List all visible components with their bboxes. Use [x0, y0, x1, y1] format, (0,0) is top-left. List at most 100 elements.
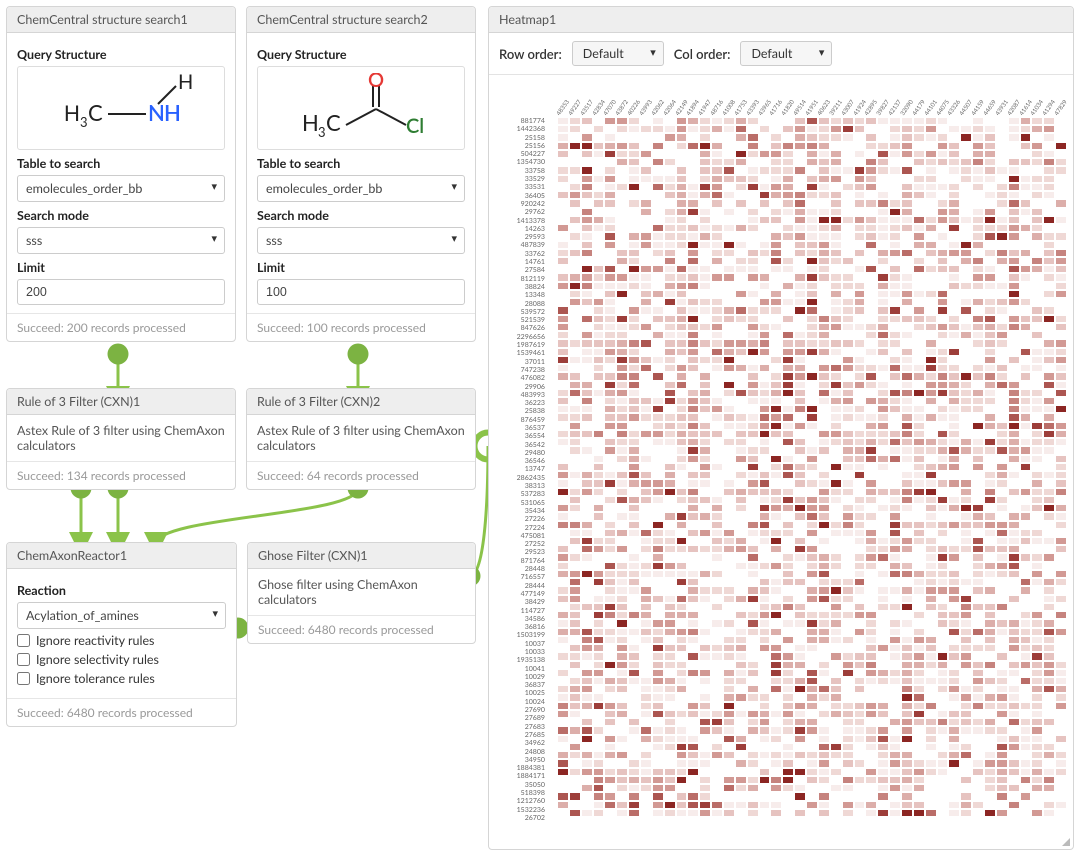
- heatmap-cell[interactable]: [628, 768, 640, 776]
- heatmap-cell[interactable]: [865, 537, 877, 545]
- heatmap-cell[interactable]: [664, 529, 676, 537]
- heatmap-cell[interactable]: [699, 611, 711, 619]
- heatmap-cell[interactable]: [1043, 521, 1055, 529]
- heatmap-cell[interactable]: [948, 298, 960, 306]
- heatmap-cell[interactable]: [984, 521, 996, 529]
- heatmap-cell[interactable]: [711, 389, 723, 397]
- heatmap-cell[interactable]: [996, 628, 1008, 636]
- heatmap-cell[interactable]: [1055, 586, 1067, 594]
- heatmap-cell[interactable]: [925, 628, 937, 636]
- heatmap-cell[interactable]: [1043, 125, 1055, 133]
- heatmap-cell[interactable]: [794, 306, 806, 314]
- heatmap-cell[interactable]: [699, 488, 711, 496]
- heatmap-cell[interactable]: [1043, 315, 1055, 323]
- heatmap-cell[interactable]: [1043, 273, 1055, 281]
- heatmap-cell[interactable]: [699, 504, 711, 512]
- heatmap-cell[interactable]: [937, 397, 949, 405]
- heatmap-cell[interactable]: [616, 512, 628, 520]
- heatmap-cell[interactable]: [735, 735, 747, 743]
- heatmap-cell[interactable]: [865, 611, 877, 619]
- heatmap-cell[interactable]: [948, 685, 960, 693]
- heatmap-cell[interactable]: [604, 619, 616, 627]
- heatmap-cell[interactable]: [901, 759, 913, 767]
- heatmap-cell[interactable]: [628, 685, 640, 693]
- heatmap-cell[interactable]: [925, 784, 937, 792]
- heatmap-cell[interactable]: [1020, 315, 1032, 323]
- heatmap-cell[interactable]: [628, 562, 640, 570]
- heatmap-cell[interactable]: [593, 537, 605, 545]
- heatmap-cell[interactable]: [687, 743, 699, 751]
- heatmap-cell[interactable]: [735, 611, 747, 619]
- heatmap-cell[interactable]: [984, 438, 996, 446]
- heatmap-cell[interactable]: [830, 611, 842, 619]
- heatmap-cell[interactable]: [925, 661, 937, 669]
- heatmap-cell[interactable]: [842, 784, 854, 792]
- heatmap-cell[interactable]: [1055, 142, 1067, 150]
- heatmap-cell[interactable]: [830, 710, 842, 718]
- heatmap-cell[interactable]: [1008, 702, 1020, 710]
- heatmap-cell[interactable]: [948, 537, 960, 545]
- heatmap-cell[interactable]: [770, 792, 782, 800]
- heatmap-cell[interactable]: [972, 504, 984, 512]
- heatmap-cell[interactable]: [747, 644, 759, 652]
- heatmap-cell[interactable]: [687, 792, 699, 800]
- heatmap-cell[interactable]: [699, 199, 711, 207]
- search2-mode-select[interactable]: sss: [257, 227, 465, 254]
- heatmap-cell[interactable]: [699, 570, 711, 578]
- heatmap-cell[interactable]: [711, 504, 723, 512]
- heatmap-cell[interactable]: [996, 792, 1008, 800]
- heatmap-cell[interactable]: [1043, 776, 1055, 784]
- heatmap-cell[interactable]: [794, 199, 806, 207]
- heatmap-cell[interactable]: [735, 422, 747, 430]
- heatmap-cell[interactable]: [1008, 372, 1020, 380]
- heatmap-cell[interactable]: [901, 776, 913, 784]
- heatmap-cell[interactable]: [948, 693, 960, 701]
- heatmap-cell[interactable]: [1031, 471, 1043, 479]
- heatmap-cell[interactable]: [640, 224, 652, 232]
- heatmap-cell[interactable]: [1055, 265, 1067, 273]
- heatmap-cell[interactable]: [854, 405, 866, 413]
- heatmap-cell[interactable]: [593, 364, 605, 372]
- heatmap-cell[interactable]: [865, 166, 877, 174]
- heatmap-cell[interactable]: [723, 586, 735, 594]
- heatmap-cell[interactable]: [616, 315, 628, 323]
- heatmap-cell[interactable]: [747, 792, 759, 800]
- heatmap-cell[interactable]: [877, 372, 889, 380]
- heatmap-cell[interactable]: [854, 348, 866, 356]
- heatmap-cell[interactable]: [640, 521, 652, 529]
- heatmap-cell[interactable]: [960, 693, 972, 701]
- heatmap-cell[interactable]: [901, 232, 913, 240]
- heatmap-cell[interactable]: [759, 175, 771, 183]
- heatmap-cell[interactable]: [664, 743, 676, 751]
- heatmap-cell[interactable]: [1055, 323, 1067, 331]
- heatmap-cell[interactable]: [687, 397, 699, 405]
- heatmap-cell[interactable]: [937, 356, 949, 364]
- heatmap-cell[interactable]: [842, 578, 854, 586]
- heatmap-cell[interactable]: [818, 504, 830, 512]
- heatmap-cell[interactable]: [699, 529, 711, 537]
- heatmap-cell[interactable]: [913, 463, 925, 471]
- heatmap-cell[interactable]: [699, 273, 711, 281]
- heatmap-cell[interactable]: [687, 232, 699, 240]
- heatmap-cell[interactable]: [640, 735, 652, 743]
- heatmap-cell[interactable]: [723, 570, 735, 578]
- heatmap-cell[interactable]: [937, 158, 949, 166]
- heatmap-cell[interactable]: [759, 455, 771, 463]
- heatmap-cell[interactable]: [747, 677, 759, 685]
- heatmap-cell[interactable]: [747, 290, 759, 298]
- heatmap-cell[interactable]: [984, 175, 996, 183]
- heatmap-cell[interactable]: [581, 545, 593, 553]
- heatmap-cell[interactable]: [889, 669, 901, 677]
- heatmap-cell[interactable]: [604, 339, 616, 347]
- heatmap-cell[interactable]: [581, 158, 593, 166]
- heatmap-cell[interactable]: [782, 389, 794, 397]
- heatmap-cell[interactable]: [652, 265, 664, 273]
- heatmap-cell[interactable]: [723, 158, 735, 166]
- heatmap-cell[interactable]: [948, 315, 960, 323]
- heatmap-cell[interactable]: [782, 265, 794, 273]
- heatmap-cell[interactable]: [854, 372, 866, 380]
- heatmap-cell[interactable]: [616, 290, 628, 298]
- heatmap-cell[interactable]: [1043, 413, 1055, 421]
- heatmap-cell[interactable]: [984, 166, 996, 174]
- heatmap-cell[interactable]: [735, 570, 747, 578]
